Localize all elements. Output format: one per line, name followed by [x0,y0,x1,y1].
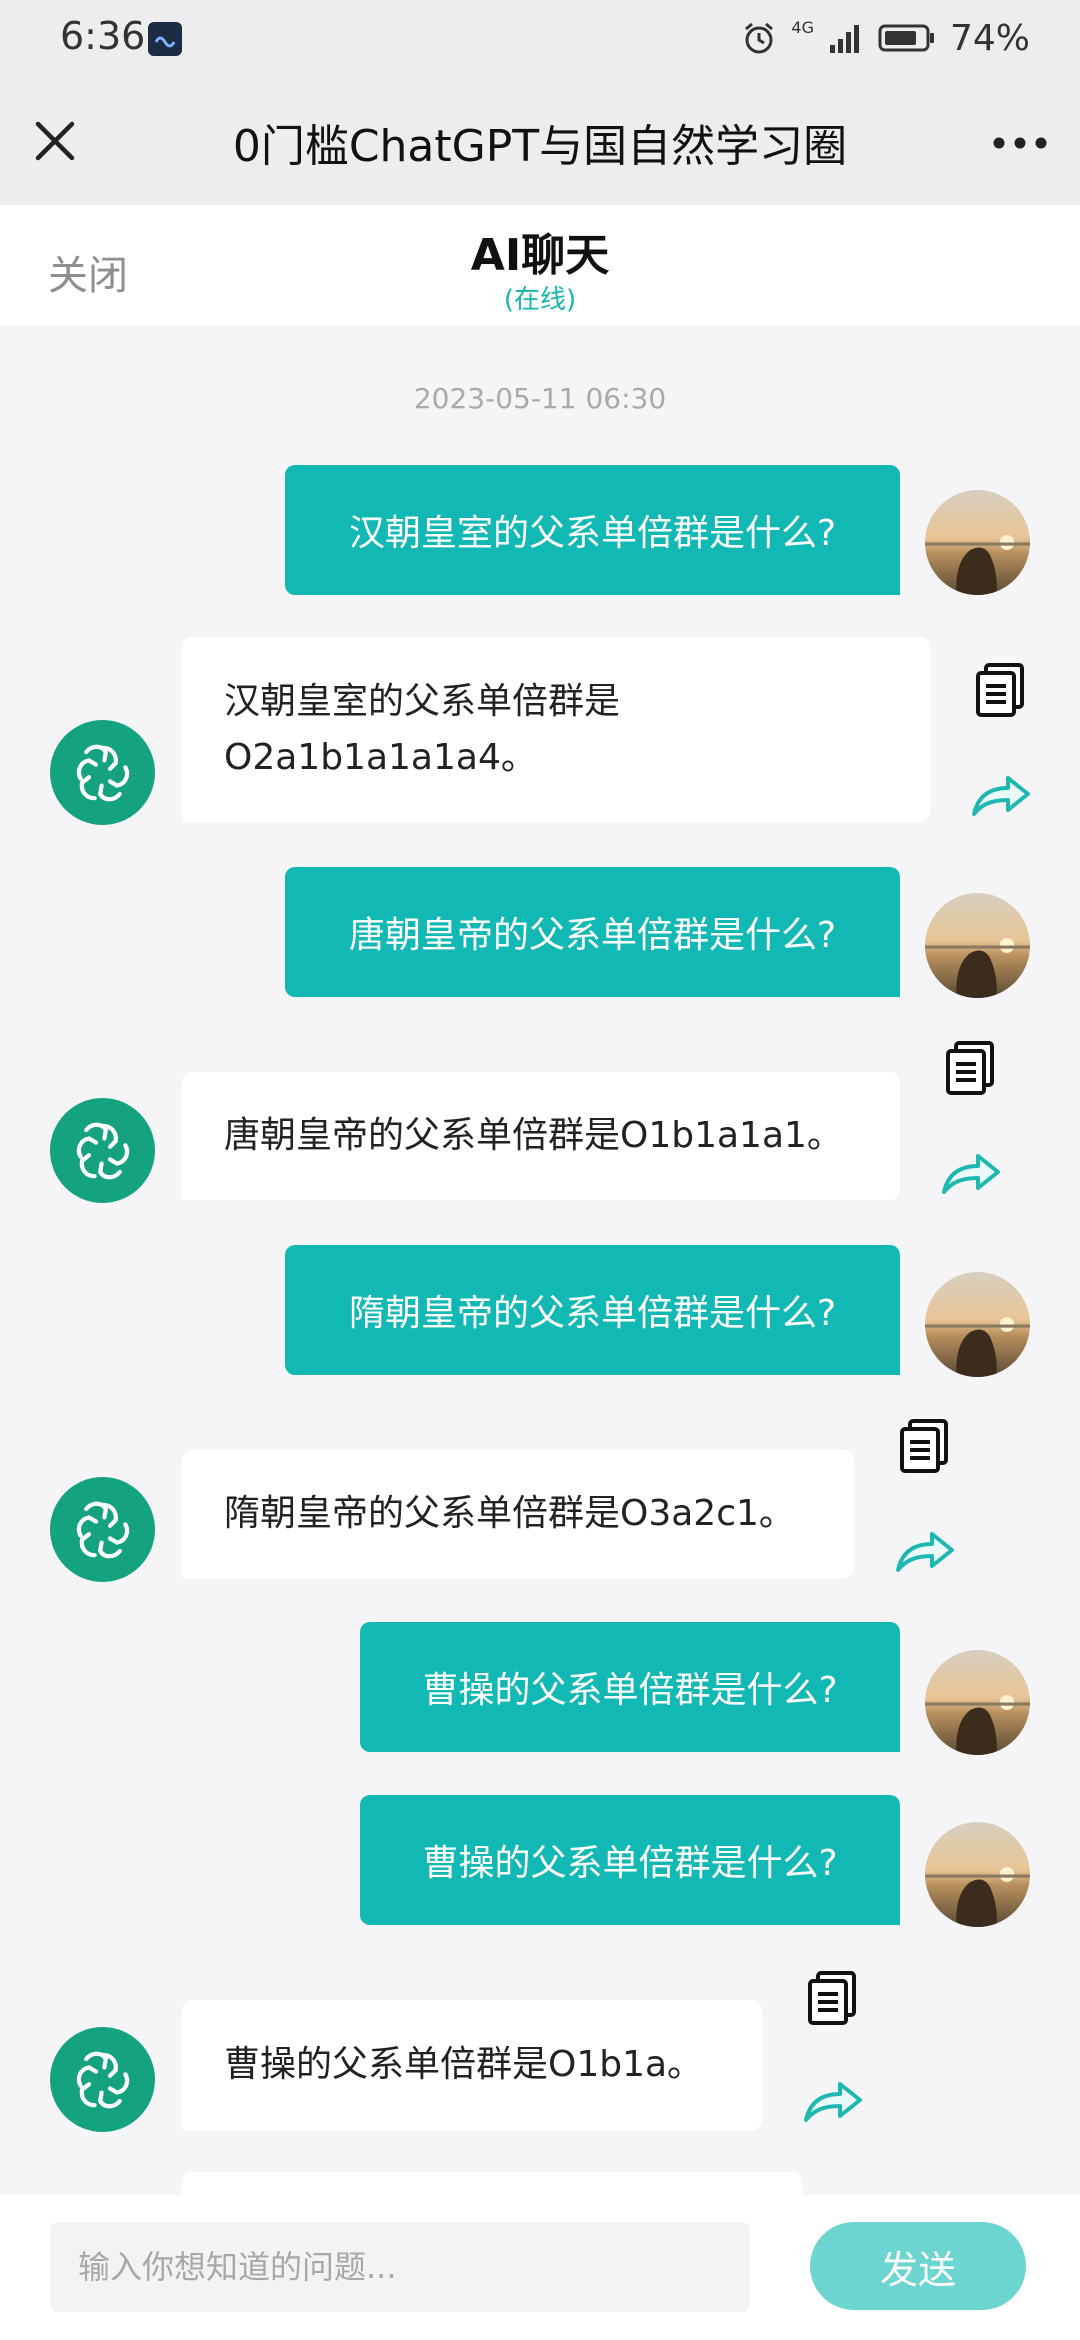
user-avatar[interactable] [925,1822,1030,1927]
ai-avatar [50,2027,155,2132]
user-message-bubble[interactable]: 汉朝皇室的父系单倍群是什么? [285,465,900,595]
chatgpt-logo-icon [68,1116,138,1186]
copy-icon[interactable] [944,1040,996,1096]
user-avatar[interactable] [925,490,1030,595]
share-icon[interactable] [970,770,1032,818]
user-avatar[interactable] [925,1272,1030,1377]
message-timestamp: 2023-05-11 06:30 [413,382,667,415]
user-avatar[interactable] [925,893,1030,998]
alarm-icon [745,22,774,54]
online-status: (在线) [503,285,577,315]
status-bar: 6:36 4G 74% [0,0,1080,80]
nav-bar: 0门槛ChatGPT与国自然学习圈 [0,80,1080,205]
battery-icon [878,24,934,52]
network-type: 4G [791,18,814,37]
send-button[interactable]: 发送 [810,2222,1026,2310]
chatgpt-logo-icon [68,2045,138,2115]
status-time: 6:36 [60,14,146,58]
ai-message-bubble[interactable]: 唐朝皇帝的父系单倍群是O1b1a1a1。 [182,1072,900,1200]
question-input[interactable] [50,2222,750,2312]
copy-icon[interactable] [898,1418,950,1474]
page-title: 0门槛ChatGPT与国自然学习圈 [232,121,848,172]
user-message-bubble[interactable]: 曹操的父系单倍群是什么? [360,1622,900,1752]
user-message-bubble[interactable]: 隋朝皇帝的父系单倍群是什么? [285,1245,900,1375]
chatgpt-logo-icon [68,1495,138,1565]
user-message-bubble[interactable]: 曹操的父系单倍群是什么? [360,1795,900,1925]
battery-percent: 74% [949,17,1030,59]
ai-message-text: 汉朝皇室的父系单倍群是O2a1b1a1a1a4。 [224,680,621,778]
chat-title: AI聊天 [470,230,610,281]
chat-header: 关闭 AI聊天 (在线) [0,205,1080,325]
ai-message-bubble[interactable]: 曹操的父系单倍群是O1b1a。 [182,2000,762,2130]
share-icon[interactable] [940,1148,1002,1196]
status-icons: 4G 74% [741,14,1030,62]
ai-message-text: 唐朝皇帝的父系单倍群是O1b1a1a1。 [224,1115,843,1157]
ai-avatar [50,720,155,825]
ai-message-text: 隋朝皇帝的父系单倍群是O3a2c1。 [224,1493,795,1535]
ai-message-text: 曹操的父系单倍群是O1b1a。 [224,2044,704,2086]
ai-avatar [50,1477,155,1582]
share-icon[interactable] [802,2076,864,2124]
share-icon[interactable] [894,1526,956,1574]
ai-message-bubble-partial [182,2172,802,2195]
user-message-bubble[interactable]: 唐朝皇帝的父系单倍群是什么? [285,867,900,997]
signal-icon [829,25,859,53]
ai-avatar [50,1098,155,1203]
app-notification-icon [148,22,182,56]
ai-message-bubble[interactable]: 隋朝皇帝的父系单倍群是O3a2c1。 [182,1450,854,1578]
close-icon[interactable] [30,116,80,166]
user-avatar[interactable] [925,1650,1030,1755]
ai-message-bubble[interactable]: 汉朝皇室的父系单倍群是O2a1b1a1a1a4。 [182,637,930,822]
copy-icon[interactable] [974,662,1026,718]
copy-icon[interactable] [806,1970,858,2026]
composer-bar: 发送 [0,2195,1080,2340]
chatgpt-logo-icon [68,738,138,808]
more-options-icon[interactable] [990,118,1050,168]
